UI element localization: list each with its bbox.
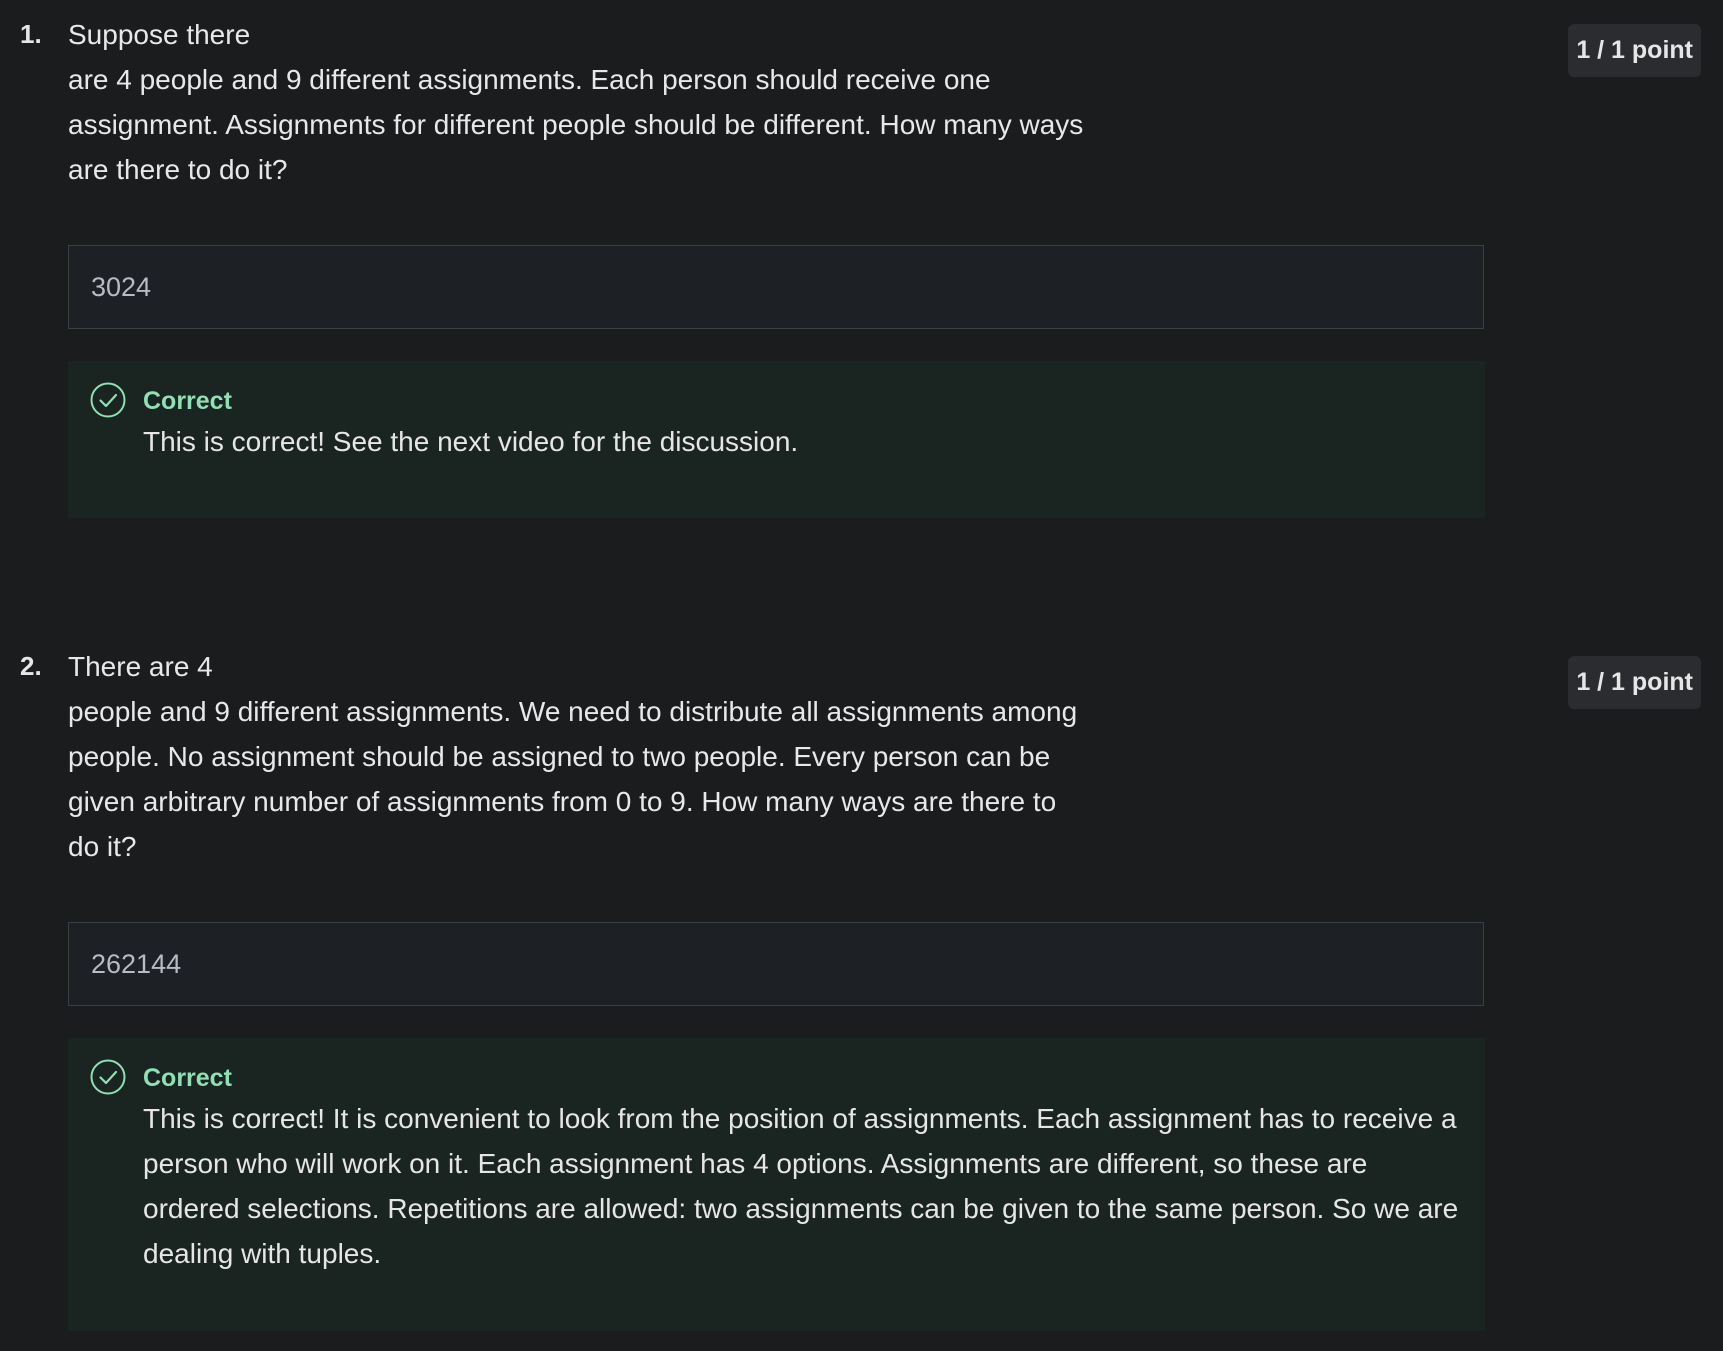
quiz-results-page: 1. Suppose there are 4 people and 9 diff… — [0, 0, 1723, 1351]
question-text-line: There are 4 — [68, 651, 213, 682]
answer-field[interactable]: 262144 — [68, 922, 1484, 1006]
question-number: 1. — [20, 19, 42, 49]
feedback-status: Correct — [143, 1064, 232, 1092]
question-text-line: do it? — [68, 831, 137, 862]
feedback-message-line: This is correct! It is convenient to loo… — [143, 1103, 1457, 1134]
feedback-message-line: person who will work on it. Each assignm… — [143, 1148, 1368, 1179]
question-text-line: given arbitrary number of assignments fr… — [68, 786, 1057, 817]
question-text-line: are 4 people and 9 different assignments… — [68, 64, 991, 95]
question-text-line: people and 9 different assignments. We n… — [68, 696, 1078, 727]
feedback-message-line: ordered selections. Repetitions are allo… — [143, 1193, 1459, 1224]
question-number: 2. — [20, 651, 42, 681]
feedback-message-line: dealing with tuples. — [143, 1238, 382, 1269]
question-text: Suppose there are 4 people and 9 differe… — [68, 12, 1128, 192]
feedback-panel: Correct This is correct! See the next vi… — [68, 361, 1485, 518]
points-badge: 1 / 1 point — [1568, 24, 1701, 77]
answer-field[interactable]: 3024 — [68, 245, 1484, 329]
feedback-message: This is correct! See the next video for … — [143, 419, 1455, 464]
question-text-line: people. No assignment should be assigned… — [68, 741, 1051, 772]
feedback-message: This is correct! It is convenient to loo… — [143, 1096, 1459, 1276]
feedback-message-line: This is correct! See the next video for … — [143, 426, 799, 457]
question-text-line: are there to do it? — [68, 154, 288, 185]
question-text: There are 4 people and 9 different assig… — [68, 644, 1128, 869]
check-circle-icon — [90, 382, 126, 418]
check-circle-icon — [90, 1059, 126, 1095]
feedback-panel: Correct This is correct! It is convenien… — [68, 1038, 1485, 1331]
question-text-line: assignment. Assignments for different pe… — [68, 109, 1084, 140]
feedback-status: Correct — [143, 387, 232, 415]
question-text-line: Suppose there — [68, 19, 251, 50]
points-badge: 1 / 1 point — [1568, 656, 1701, 709]
